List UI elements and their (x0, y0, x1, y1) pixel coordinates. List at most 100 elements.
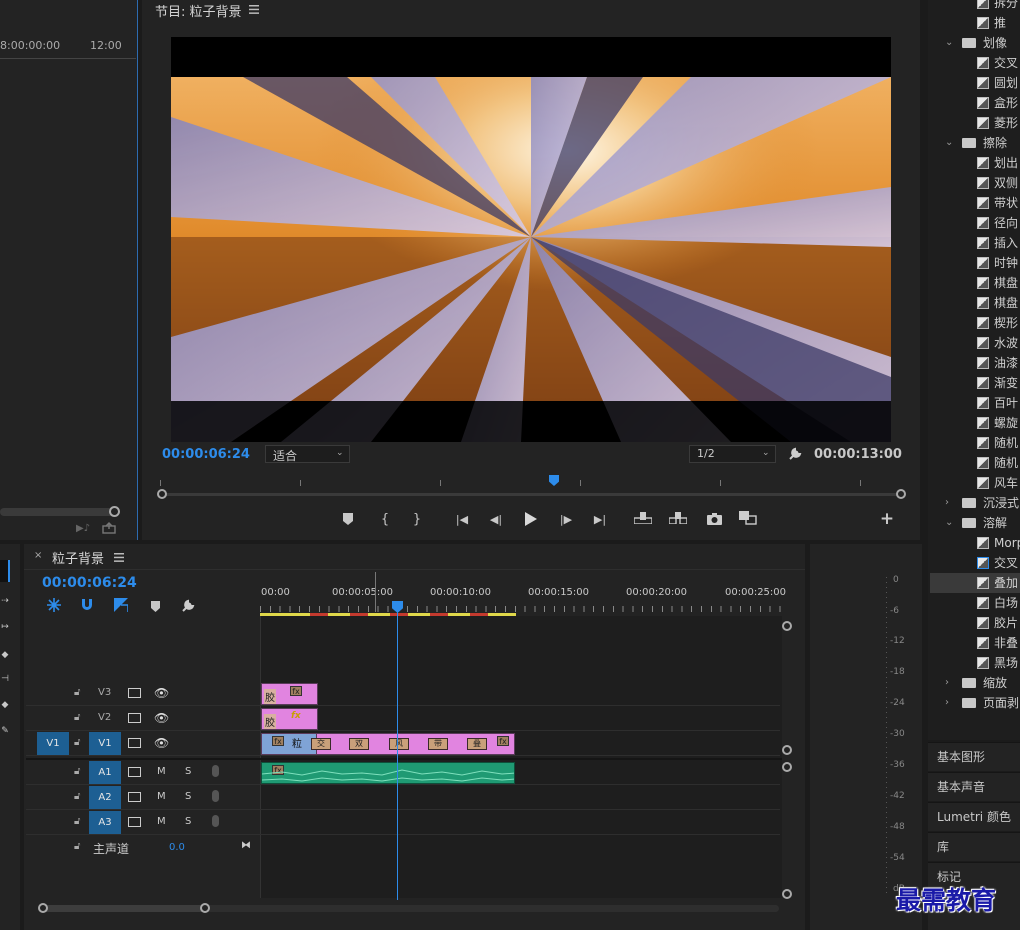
solo-button[interactable]: S (185, 816, 191, 827)
lock-icon[interactable]: 🔓︎ (74, 737, 80, 748)
step-back-icon[interactable]: ◀| (487, 511, 505, 527)
nest-icon[interactable] (46, 598, 62, 612)
transition-1[interactable]: 交 (311, 738, 331, 750)
hamburger-icon[interactable] (113, 551, 125, 563)
microphone-icon[interactable] (212, 790, 219, 802)
step-forward-icon[interactable]: |▶ (557, 511, 575, 527)
timeline-scroll-thumb[interactable] (43, 905, 206, 912)
effect-item[interactable]: 圆划 (930, 73, 1020, 93)
chevron-right-icon[interactable]: › (945, 693, 949, 713)
program-current-time[interactable]: 00:00:06:24 (162, 447, 250, 462)
snap-icon[interactable] (79, 598, 95, 612)
effect-item[interactable]: 白场 (930, 593, 1020, 613)
effect-item[interactable]: 风车 (930, 473, 1020, 493)
effect-item[interactable]: 随机 (930, 453, 1020, 473)
effect-item[interactable]: 拆分 (930, 0, 1020, 13)
camera-icon[interactable] (705, 511, 723, 527)
slip-icon[interactable]: ◆ (0, 698, 10, 712)
vertical-scroll-handle-mid[interactable] (782, 745, 792, 755)
clip-a1-audio[interactable]: fx (261, 762, 515, 784)
wrench-icon[interactable] (180, 598, 196, 614)
effect-item[interactable]: 推 (930, 13, 1020, 33)
source-patch-v1[interactable]: V1 (37, 732, 69, 755)
effect-item[interactable]: 油漆 (930, 353, 1020, 373)
play-icon[interactable] (522, 510, 540, 528)
razor-icon[interactable]: ⊣ (0, 672, 10, 686)
source-scrollbar[interactable] (0, 508, 116, 516)
tab-essential-sound[interactable]: 基本声音 (928, 772, 1020, 801)
solo-button[interactable]: S (185, 766, 191, 777)
effect-item[interactable]: 盒形 (930, 93, 1020, 113)
program-video-frame[interactable] (171, 37, 891, 442)
effect-item[interactable]: 交叉 (930, 53, 1020, 73)
effect-item[interactable]: 时钟 (930, 253, 1020, 273)
program-zoom-handle-right[interactable] (896, 489, 906, 499)
effect-item[interactable]: 胶片 (930, 613, 1020, 633)
eye-icon[interactable]: 👁︎ (154, 711, 169, 725)
program-zoom-handle-left[interactable] (157, 489, 167, 499)
sync-lock-icon[interactable] (128, 792, 141, 802)
effect-folder[interactable]: ⌄ 划像 (930, 33, 1020, 53)
microphone-icon[interactable] (212, 815, 219, 827)
program-ruler[interactable] (160, 474, 902, 488)
track-label-v1[interactable]: V1 (89, 732, 121, 755)
effect-folder[interactable]: ⌄ 擦除 (930, 133, 1020, 153)
go-to-in-icon[interactable]: |◀ (453, 511, 471, 527)
effect-item[interactable]: 菱形 (930, 113, 1020, 133)
track-master[interactable]: 🔓︎ 主声道 0.0 ⧓ (26, 836, 780, 860)
vertical-scroll-handle-a[interactable] (782, 762, 792, 772)
chevron-down-icon[interactable]: ⌄ (945, 33, 953, 53)
clip-v1-particle[interactable]: fx 粒 (261, 733, 317, 755)
track-v3[interactable]: 🔓︎ V3 👁︎ (26, 682, 780, 706)
close-icon[interactable]: × (34, 550, 42, 561)
eye-icon[interactable]: 👁︎ (154, 686, 169, 700)
program-zoom-scrollbar[interactable] (160, 493, 902, 496)
chevron-down-icon[interactable]: ⌄ (945, 133, 953, 153)
add-button-icon[interactable]: + (879, 509, 895, 529)
sync-lock-icon[interactable] (128, 688, 141, 698)
master-volume-value[interactable]: 0.0 (169, 842, 185, 853)
sync-lock-icon[interactable] (128, 713, 141, 723)
tab-libraries[interactable]: 库 (928, 832, 1020, 861)
effect-item[interactable]: 螺旋 (930, 413, 1020, 433)
effect-item[interactable]: 棋盘 (930, 293, 1020, 313)
rolling-edit-icon[interactable]: ◆ (0, 648, 10, 662)
transition-5[interactable]: 叠 (467, 738, 487, 750)
transition-2[interactable]: 双 (349, 738, 369, 750)
lock-icon[interactable]: 🔓︎ (74, 687, 80, 698)
vertical-scroll-handle-bottom[interactable] (782, 889, 792, 899)
timeline-current-time[interactable]: 00:00:06:24 (42, 575, 137, 591)
track-label-a3[interactable]: A3 (89, 811, 121, 834)
effect-item[interactable]: 划出 (930, 153, 1020, 173)
effect-folder[interactable]: › 沉浸式 (930, 493, 1020, 513)
linked-selection-icon[interactable] (113, 598, 129, 612)
timeline-scroll-handle-left[interactable] (38, 903, 48, 913)
effect-item[interactable]: 棋盘 (930, 273, 1020, 293)
mute-button[interactable]: M (157, 766, 166, 777)
track-a2[interactable]: 🔓︎ A2 M S (26, 786, 780, 810)
export-icon[interactable] (100, 521, 118, 535)
effect-item[interactable]: 楔形 (930, 313, 1020, 333)
effect-item[interactable]: 插入 (930, 233, 1020, 253)
microphone-icon[interactable] (212, 765, 219, 777)
effect-folder[interactable]: › 缩放 (930, 673, 1020, 693)
track-v2[interactable]: 🔓︎ V2 👁︎ (26, 707, 780, 731)
source-scroll-handle[interactable] (109, 506, 120, 517)
clip-v2[interactable]: 胶 fx (261, 708, 318, 730)
effect-item[interactable]: 随机 (930, 433, 1020, 453)
ripple-edit-icon[interactable]: ↦ (0, 620, 10, 634)
effect-item[interactable]: 交叉 (930, 553, 1020, 573)
extract-icon[interactable] (668, 510, 688, 526)
lock-icon[interactable]: 🔓︎ (74, 791, 80, 802)
mark-out-icon[interactable]: } (409, 511, 425, 527)
lift-icon[interactable] (633, 510, 653, 526)
effect-item[interactable]: 叠加 (930, 573, 1020, 593)
wrench-icon[interactable] (787, 446, 803, 462)
effect-item[interactable]: Morph (930, 533, 1020, 553)
hamburger-icon[interactable] (248, 3, 260, 15)
mute-button[interactable]: M (157, 791, 166, 802)
tab-essential-graphics[interactable]: 基本图形 (928, 742, 1020, 771)
effect-item[interactable]: 百叶 (930, 393, 1020, 413)
sync-lock-icon[interactable] (128, 767, 141, 777)
mark-in-icon[interactable]: { (377, 511, 393, 527)
